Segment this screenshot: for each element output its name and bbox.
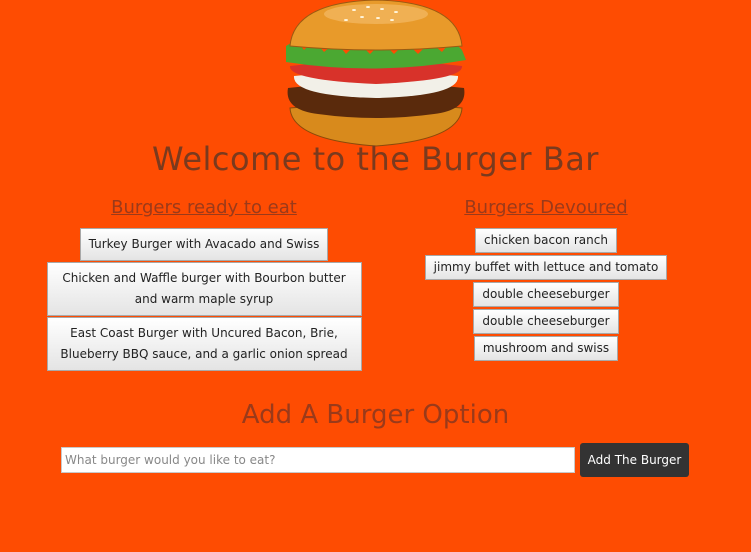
devoured-heading: Burgers Devoured [464,197,628,218]
add-burger-heading: Add A Burger Option [241,400,510,430]
devoured-list: chicken bacon ranch jimmy buffet with le… [340,228,751,361]
devoured-burger-item: double cheeseburger [473,282,619,307]
devoured-burger-item: chicken bacon ranch [475,228,617,253]
burger-icon [286,0,466,147]
devoured-burger-item: mushroom and swiss [473,336,619,361]
ready-burger-button[interactable]: Turkey Burger with Avacado and Swiss [79,228,329,261]
page-title: Welcome to the Burger Bar [152,140,599,178]
burger-name-input[interactable]: What burger would you like to eat? [61,447,575,473]
devoured-burger-item: double cheeseburger [473,309,619,334]
ready-burger-button[interactable]: Chicken and Waffle burger with Bourbon b… [46,262,362,316]
devoured-burger-item: jimmy buffet with lettuce and tomato [424,255,668,280]
ready-burger-button[interactable]: East Coast Burger with Uncured Bacon, Br… [46,317,362,371]
add-burger-button[interactable]: Add The Burger [580,443,689,477]
